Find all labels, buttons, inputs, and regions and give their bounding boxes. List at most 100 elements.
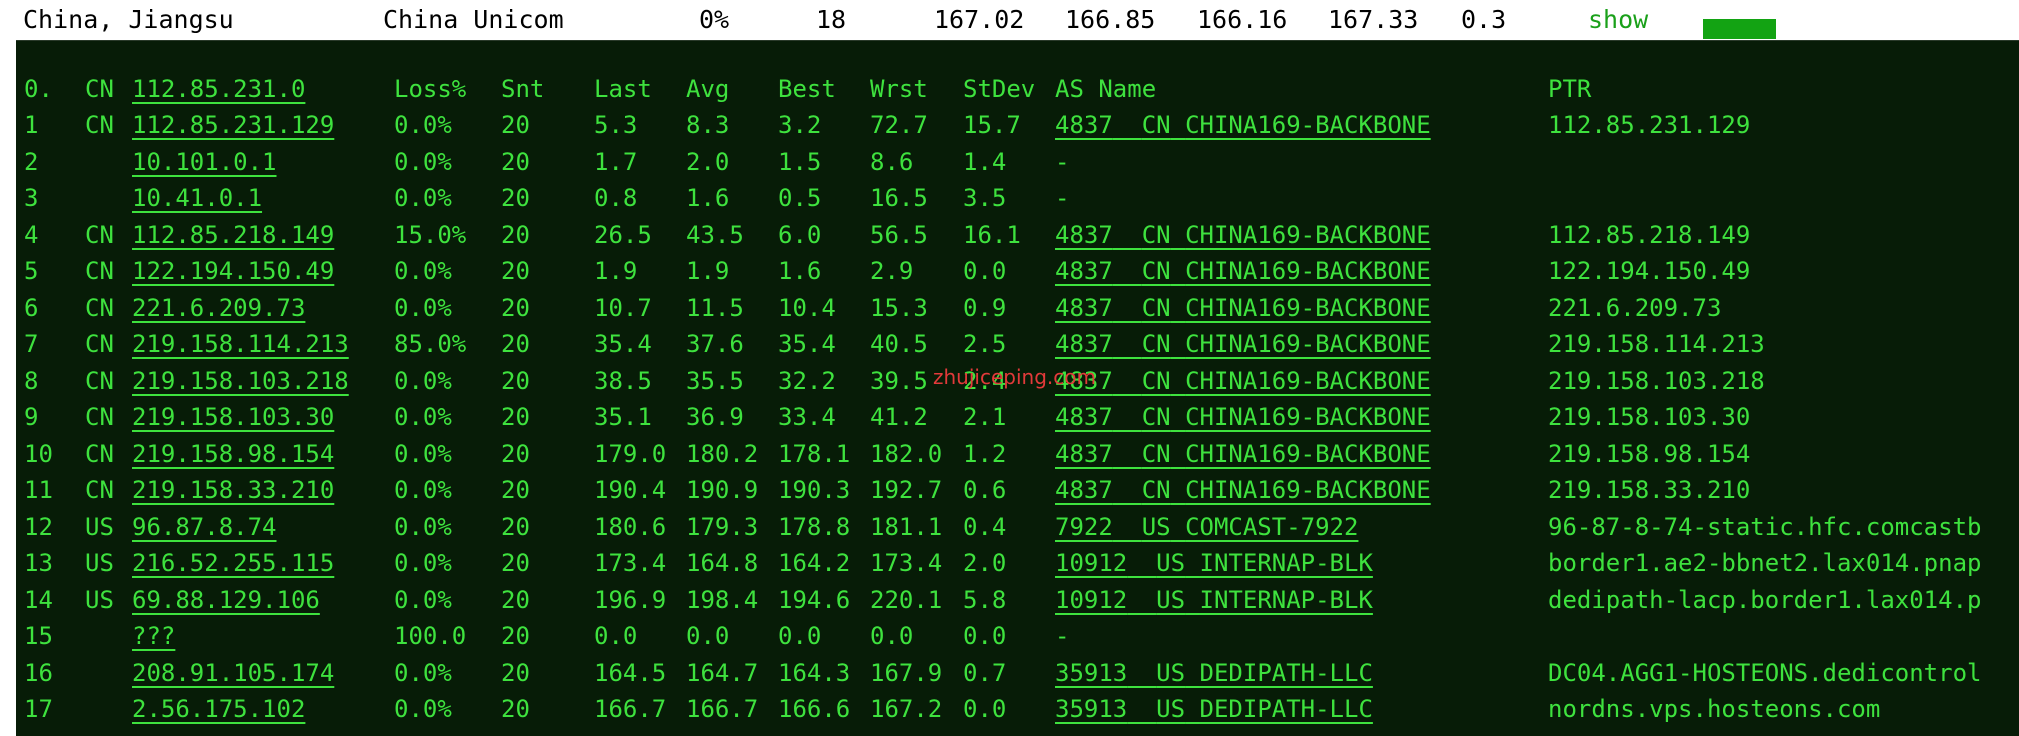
- header-host-link[interactable]: 112.85.231.0: [132, 71, 305, 107]
- as-number: 4837: [1055, 111, 1113, 139]
- hop-loss: 0.0%: [394, 658, 452, 687]
- hop-asn-link[interactable]: 4837 CN CHINA169-BACKBONE: [1055, 107, 1455, 143]
- as-name: CHINA169-BACKBONE: [1185, 476, 1431, 504]
- hop-best: 178.1: [778, 439, 851, 468]
- hop-row: 4 CN 112.85.218.149 15.0% 20 26.5 43.5 6.0 56.5 1…: [16, 217, 2019, 253]
- hop-asn-link[interactable]: 4837 CN CHINA169-BACKBONE: [1055, 472, 1455, 508]
- as-number: -: [1055, 147, 1070, 176]
- hop-host-link[interactable]: 219.158.103.30: [132, 399, 334, 435]
- hop-host-link[interactable]: 10.101.0.1: [132, 144, 277, 180]
- hop-asn-link[interactable]: -: [1055, 180, 1069, 216]
- hop-hop: 2: [24, 147, 39, 176]
- hop-worst: 40.5: [870, 330, 928, 358]
- as-country: CN: [1141, 257, 1171, 285]
- hop-host-link[interactable]: 216.52.255.115: [132, 545, 334, 581]
- hop-stdev: 0.0: [963, 622, 1007, 650]
- hop-best: 0.5: [778, 184, 822, 212]
- hop-loss: 0.0%: [394, 549, 452, 577]
- hop-asn-link[interactable]: 4837 CN CHINA169-BACKBONE: [1055, 363, 1455, 399]
- hop-country-code: CN: [85, 476, 114, 504]
- hop-host-link[interactable]: 219.158.114.213: [132, 326, 349, 362]
- hop-loss: 100.0: [394, 622, 467, 650]
- hop-asn-link[interactable]: 4837 CN CHINA169-BACKBONE: [1055, 253, 1455, 289]
- hop-asn-link[interactable]: 4837 CN CHINA169-BACKBONE: [1055, 436, 1455, 472]
- hop-host-link[interactable]: 112.85.231.129: [132, 107, 334, 143]
- hop-worst: 15.3: [870, 293, 928, 322]
- hop-host-link[interactable]: 112.85.218.149: [132, 217, 334, 253]
- hop-country-code: CN: [85, 439, 114, 468]
- as-number: 4837: [1055, 220, 1113, 249]
- hop-host-link[interactable]: 208.91.105.174: [132, 655, 334, 691]
- hop-ptr: 219.158.103.218: [1548, 366, 1765, 395]
- hop-stdev: 0.7: [963, 658, 1007, 687]
- hop-loss: 0.0%: [394, 476, 452, 504]
- hop-sent: 20: [501, 184, 530, 212]
- hop-host-link[interactable]: 10.41.0.1: [132, 180, 262, 216]
- hop-row: 7 CN 219.158.114.213 85.0% 20 35.4 37.6 35.4 40.…: [16, 326, 2019, 362]
- as-number: 7922: [1055, 512, 1113, 541]
- show-link[interactable]: show: [1588, 5, 1648, 34]
- as-name: DEDIPATH-LLC: [1199, 658, 1373, 687]
- hop-asn-link[interactable]: 4837 CN CHINA169-BACKBONE: [1055, 399, 1455, 435]
- hop-worst: 167.2: [870, 695, 943, 723]
- hop-asn-link[interactable]: 7922 US COMCAST-7922: [1055, 509, 1455, 545]
- hop-asn-link[interactable]: -: [1055, 144, 1069, 180]
- as-number: 35913: [1055, 695, 1128, 723]
- summary-location: China, Jiangsu: [23, 5, 234, 34]
- hop-hop: 10: [24, 439, 53, 468]
- hop-asn-link[interactable]: 4837 CN CHINA169-BACKBONE: [1055, 217, 1455, 253]
- hop-last: 1.9: [594, 257, 638, 285]
- hop-avg: 180.2: [686, 439, 759, 468]
- hop-last: 196.9: [594, 585, 667, 614]
- header-asname: AS Name: [1055, 75, 1157, 103]
- column-header-row: 0. CN 112.85.231.0 Loss% Snt Last Avg Be…: [16, 71, 2019, 107]
- hop-host-link[interactable]: 2.56.175.102: [132, 691, 305, 727]
- hop-asn-link[interactable]: 4837 CN CHINA169-BACKBONE: [1055, 326, 1455, 362]
- hop-sent: 20: [501, 111, 530, 139]
- hop-host-link[interactable]: ???: [132, 618, 175, 654]
- hop-stdev: 5.8: [963, 585, 1007, 614]
- hop-avg: 35.5: [686, 366, 744, 395]
- hop-asn-link[interactable]: -: [1055, 618, 1069, 654]
- hop-worst: 72.7: [870, 111, 928, 139]
- hop-host-link[interactable]: 221.6.209.73: [132, 290, 305, 326]
- as-name: CHINA169-BACKBONE: [1185, 403, 1431, 431]
- hop-asn-link[interactable]: 10912 US INTERNAP-BLK: [1055, 582, 1455, 618]
- hop-hop: 6: [24, 293, 39, 322]
- hop-host-link[interactable]: 122.194.150.49: [132, 253, 334, 289]
- as-number: 10912: [1055, 549, 1128, 577]
- hop-asn-link[interactable]: 4837 CN CHINA169-BACKBONE: [1055, 290, 1455, 326]
- hop-row: 6 CN 221.6.209.73 0.0% 20 10.7 11.5 10.4 15.3 0.9…: [16, 290, 2019, 326]
- summary-row: China, Jiangsu China Unicom 0% 18 167.02…: [0, 0, 2019, 40]
- hop-hop: 4: [24, 220, 39, 249]
- hop-host-link[interactable]: 219.158.33.210: [132, 472, 334, 508]
- hop-sent: 20: [501, 147, 530, 176]
- hop-sent: 20: [501, 549, 530, 577]
- hop-host-link[interactable]: 69.88.129.106: [132, 582, 320, 618]
- hop-asn-link[interactable]: 35913 US DEDIPATH-LLC: [1055, 655, 1455, 691]
- hop-stdev: 0.4: [963, 512, 1007, 541]
- hop-best: 10.4: [778, 293, 836, 322]
- hop-avg: 179.3: [686, 512, 759, 541]
- hop-stdev: 2.5: [963, 330, 1007, 358]
- hop-host-link[interactable]: 219.158.98.154: [132, 436, 334, 472]
- hop-worst: 182.0: [870, 439, 943, 468]
- hop-sent: 20: [501, 439, 530, 468]
- hop-asn-link[interactable]: 10912 US INTERNAP-BLK: [1055, 545, 1455, 581]
- as-country: US: [1156, 658, 1186, 687]
- hop-last: 179.0: [594, 439, 667, 468]
- hop-host-link[interactable]: 219.158.103.218: [132, 363, 349, 399]
- hop-host-link[interactable]: 96.87.8.74: [132, 509, 277, 545]
- hop-ptr: border1.ae2-bbnet2.lax014.pnap: [1548, 549, 1982, 577]
- as-country: US: [1156, 549, 1186, 577]
- hop-row: 17 2.56.175.102 0.0% 20 166.7 166.7 166.6 167.2…: [16, 691, 2019, 727]
- as-country: CN: [1141, 403, 1171, 431]
- hop-last: 0.0: [594, 622, 638, 650]
- hop-last: 10.7: [594, 293, 652, 322]
- hop-asn-link[interactable]: 35913 US DEDIPATH-LLC: [1055, 691, 1455, 727]
- hop-last: 26.5: [594, 220, 652, 249]
- hop-worst: 41.2: [870, 403, 928, 431]
- hop-last: 35.4: [594, 330, 652, 358]
- header-stdev: StDev: [963, 75, 1036, 103]
- as-country: CN: [1141, 439, 1171, 468]
